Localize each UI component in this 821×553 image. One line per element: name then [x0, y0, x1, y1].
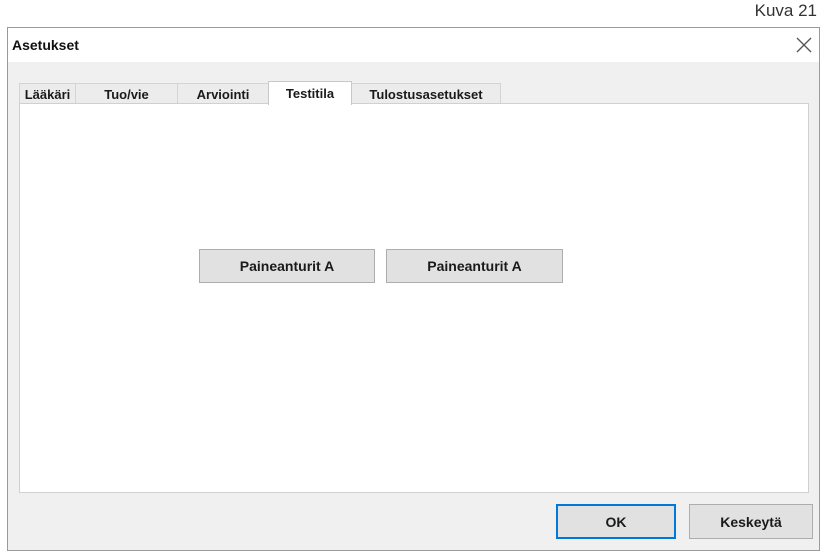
- pressure-sensor-a-button-2[interactable]: Paineanturit A: [386, 249, 563, 283]
- tab-tulostusasetukset[interactable]: Tulostusasetukset: [351, 83, 501, 104]
- tab-testitila[interactable]: Testitila: [268, 81, 352, 105]
- tab-tuo-vie[interactable]: Tuo/vie: [75, 83, 178, 104]
- tab-arviointi[interactable]: Arviointi: [177, 83, 269, 104]
- dialog-titlebar: Asetukset: [8, 28, 819, 62]
- tab-panel-testitila: Paineanturit A Paineanturit A: [19, 103, 809, 493]
- ok-button[interactable]: OK: [556, 504, 676, 539]
- close-icon[interactable]: [793, 34, 815, 56]
- figure-caption: Kuva 21: [754, 1, 817, 20]
- settings-dialog: Asetukset Lääkäri Tuo/vie Arviointi Test…: [7, 27, 820, 551]
- dialog-title: Asetukset: [12, 37, 79, 53]
- tab-strip: Lääkäri Tuo/vie Arviointi Testitila Tulo…: [19, 81, 501, 105]
- tab-laakari[interactable]: Lääkäri: [19, 83, 76, 104]
- pressure-sensor-a-button-1[interactable]: Paineanturit A: [199, 249, 375, 283]
- cancel-button[interactable]: Keskeytä: [689, 504, 813, 539]
